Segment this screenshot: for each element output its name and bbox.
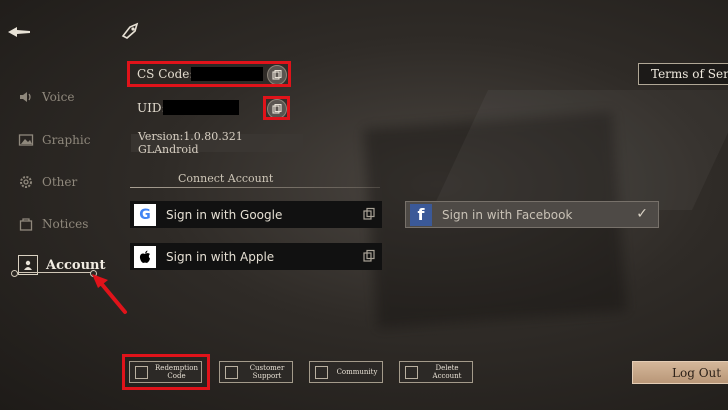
gear-icon bbox=[20, 176, 32, 188]
highlight-box-uid-copy bbox=[263, 96, 290, 120]
google-logo-icon: G bbox=[134, 203, 156, 226]
highlight-box-redemption bbox=[122, 354, 210, 390]
connected-check-icon: ✓ bbox=[636, 206, 648, 222]
log-out-button[interactable]: Log Out bbox=[632, 361, 728, 384]
delete-label-line1: Delete bbox=[435, 364, 459, 372]
support-label-line2: Support bbox=[252, 372, 282, 380]
sidebar-item-voice[interactable]: Voice bbox=[18, 89, 74, 105]
community-icon bbox=[315, 365, 328, 379]
version-label: Version:1.0.80.321 GLAndroid bbox=[131, 130, 303, 156]
chat-icon bbox=[225, 365, 238, 379]
google-sign-in-label: Sign in with Google bbox=[166, 207, 283, 222]
facebook-sign-in-button[interactable]: f Sign in with Facebook ✓ bbox=[405, 201, 659, 228]
sidebar-item-label: Other bbox=[42, 175, 78, 189]
link-icon bbox=[363, 249, 375, 262]
facebook-logo-icon: f bbox=[410, 203, 432, 226]
apple-sign-in-label: Sign in with Apple bbox=[166, 249, 275, 264]
quill-icon[interactable] bbox=[121, 22, 141, 40]
speaker-icon bbox=[20, 92, 31, 102]
delete-account-button[interactable]: Delete Account bbox=[399, 361, 473, 383]
facebook-sign-in-label: Sign in with Facebook bbox=[442, 207, 573, 222]
sidebar-item-other[interactable]: Other bbox=[18, 174, 77, 190]
delete-account-icon bbox=[405, 365, 418, 379]
delete-label-line2: Account bbox=[432, 372, 462, 380]
link-icon bbox=[363, 207, 375, 220]
back-arrow-icon[interactable] bbox=[7, 26, 31, 38]
sidebar-item-notices[interactable]: Notices bbox=[18, 216, 88, 232]
underline-dot bbox=[11, 270, 18, 277]
community-button[interactable]: Community bbox=[309, 361, 383, 383]
uid-label: UID: bbox=[137, 101, 166, 115]
community-label: Community bbox=[336, 368, 378, 376]
image-icon bbox=[18, 134, 34, 146]
sidebar-item-graphic[interactable]: Graphic bbox=[18, 132, 90, 148]
sidebar-item-label: Notices bbox=[42, 217, 89, 231]
sidebar-item-label: Voice bbox=[42, 90, 75, 104]
highlight-box-cs-code bbox=[127, 61, 291, 87]
customer-support-button[interactable]: Customer Support bbox=[219, 361, 293, 383]
connect-account-title: Connect Account bbox=[178, 172, 274, 185]
notice-icon bbox=[19, 218, 33, 231]
uid-value-redacted bbox=[163, 100, 239, 115]
sidebar-item-label: Graphic bbox=[42, 133, 91, 147]
background-light bbox=[432, 90, 728, 210]
terms-of-service-button[interactable]: Terms of Serv bbox=[638, 63, 728, 85]
section-divider bbox=[130, 187, 380, 188]
annotation-arrow-icon bbox=[92, 274, 127, 314]
google-sign-in-button[interactable]: G Sign in with Google bbox=[130, 201, 382, 228]
apple-logo-icon bbox=[134, 245, 156, 268]
support-label-line1: Customer bbox=[249, 364, 285, 372]
apple-sign-in-button[interactable]: Sign in with Apple bbox=[130, 243, 382, 270]
active-underline bbox=[13, 272, 93, 273]
